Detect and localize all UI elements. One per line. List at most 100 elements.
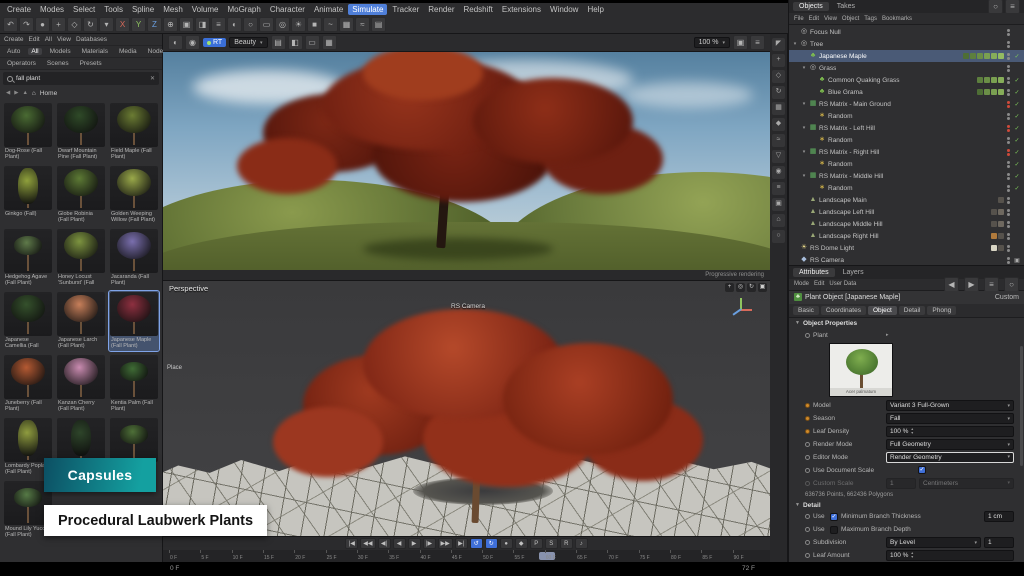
texture-tag-icon[interactable]: [991, 221, 997, 227]
enabled-check-icon[interactable]: ✓: [1013, 137, 1021, 144]
visibility-dot-icon[interactable]: [1007, 93, 1010, 96]
visibility-dot-icon[interactable]: [1007, 153, 1010, 156]
asset-search-input[interactable]: [16, 75, 147, 82]
keyframe-dot-icon[interactable]: [805, 442, 810, 447]
find-icon[interactable]: ○: [1004, 277, 1019, 292]
nav-forward-icon[interactable]: ▶: [14, 90, 18, 96]
asset-item[interactable]: Kentia Palm (Fall Plant): [109, 354, 159, 414]
polygons-mode-icon[interactable]: ▽: [772, 150, 785, 163]
visibility-dots[interactable]: [1007, 161, 1010, 168]
asset-section-tab-scenes[interactable]: Scenes: [44, 60, 72, 67]
asset-item[interactable]: Japanese Maple (Fall Plant): [109, 291, 159, 351]
asset-filter-tab-models[interactable]: Models: [47, 48, 74, 55]
om-menu-edit[interactable]: Edit: [809, 16, 819, 22]
texture-tag-icon[interactable]: [970, 53, 976, 59]
om-filter-icon[interactable]: ≡: [1005, 0, 1020, 14]
expand-icon[interactable]: ▸: [886, 332, 889, 338]
live-selection-icon[interactable]: ●: [35, 17, 50, 32]
axis-y-icon[interactable]: Y: [131, 17, 146, 32]
asset-item[interactable]: Kanzan Cherry (Fall Plant): [56, 354, 106, 414]
visibility-dot-icon[interactable]: [1007, 65, 1010, 68]
menu-item-spline[interactable]: Spline: [128, 4, 158, 15]
visibility-dot-icon[interactable]: [1007, 125, 1010, 128]
visibility-dot-icon[interactable]: [1007, 41, 1010, 44]
clear-search-icon[interactable]: ✕: [150, 75, 155, 82]
menu-item-volume[interactable]: Volume: [188, 4, 223, 15]
menu-item-extensions[interactable]: Extensions: [498, 4, 545, 15]
visibility-dot-icon[interactable]: [1007, 177, 1010, 180]
points-mode-icon[interactable]: ◆: [772, 118, 785, 131]
visibility-dots[interactable]: [1007, 185, 1010, 192]
asset-menu-edit[interactable]: Edit: [29, 36, 40, 43]
prev-key-button[interactable]: ◀◀: [360, 538, 375, 549]
texture-tag-icon[interactable]: [984, 77, 990, 83]
attr-menu-user-data[interactable]: User Data: [829, 281, 856, 287]
move-tool-icon[interactable]: +: [51, 17, 66, 32]
visibility-dot-icon[interactable]: [1007, 129, 1010, 132]
attribute-section-detail[interactable]: Detail: [899, 306, 926, 315]
attribute-tab-layers[interactable]: Layers: [837, 268, 870, 277]
visibility-dot-icon[interactable]: [1007, 141, 1010, 144]
visibility-dot-icon[interactable]: [1007, 117, 1010, 120]
visibility-dot-icon[interactable]: [1007, 213, 1010, 216]
grid-icon[interactable]: ▦: [772, 102, 785, 115]
keyframe-dot-icon[interactable]: [805, 468, 810, 473]
mograph-cloner-icon[interactable]: ▦: [339, 17, 354, 32]
leaf-density-field[interactable]: 100 % ▲▼: [886, 426, 1014, 437]
collapse-icon[interactable]: ▾: [801, 149, 807, 155]
position-key-button[interactable]: P: [530, 538, 543, 549]
visibility-dot-icon[interactable]: [1007, 189, 1010, 192]
menu-item-mesh[interactable]: Mesh: [159, 4, 187, 15]
keyframe-dot-icon[interactable]: [805, 514, 810, 519]
pan-view-icon[interactable]: +: [725, 283, 734, 292]
collapse-icon[interactable]: ▾: [801, 65, 807, 71]
timeline-ruler[interactable]: 0 F5 F10 F15 F20 F25 F30 F35 F40 F45 F50…: [163, 550, 770, 562]
perspective-viewport[interactable]: Perspective RS Camera Place +◎↻▣: [163, 281, 770, 536]
asset-item[interactable]: Dwarf Mountain Pine (Fall Plant): [56, 102, 106, 162]
enabled-check-icon[interactable]: ✓: [1013, 77, 1021, 84]
play-backward-button[interactable]: ◀: [393, 538, 406, 549]
rotate-view-icon[interactable]: ↻: [747, 283, 756, 292]
object-row-landscape-left-hill[interactable]: ▲Landscape Left Hill: [789, 206, 1024, 218]
spinner-icon[interactable]: ▲▼: [910, 552, 913, 559]
object-manager-tab-objects[interactable]: Objects: [793, 2, 829, 11]
object-row-focus-null[interactable]: ◎Focus Null: [789, 26, 1024, 38]
keyframe-dot-icon[interactable]: [805, 540, 810, 545]
keyframe-dot-icon[interactable]: [805, 416, 810, 421]
visibility-dot-icon[interactable]: [1007, 249, 1010, 252]
prev-frame-button[interactable]: ◀|: [378, 538, 391, 549]
record-keyframe-button[interactable]: ●: [500, 538, 513, 549]
subdivision-dropdown[interactable]: By Level ▾: [886, 537, 981, 548]
scrollbar[interactable]: [1020, 346, 1023, 466]
custom-button[interactable]: Custom: [995, 294, 1019, 301]
layout-icon[interactable]: ▤: [371, 17, 386, 32]
object-row-common-quaking-grass[interactable]: ♣Common Quaking Grass✓: [789, 74, 1024, 86]
visibility-dots[interactable]: [1007, 221, 1010, 228]
season-dropdown[interactable]: Fall ▾: [886, 413, 1014, 424]
home-view-icon[interactable]: ⌂: [772, 214, 785, 227]
menu-item-animate[interactable]: Animate: [310, 4, 347, 15]
simulation-icon[interactable]: ≈: [355, 17, 370, 32]
collapse-icon[interactable]: ▾: [801, 101, 807, 107]
visibility-dot-icon[interactable]: [1007, 161, 1010, 164]
max-branch-depth-checkbox[interactable]: [830, 526, 838, 534]
snap-icon[interactable]: +: [772, 54, 785, 67]
visibility-dot-icon[interactable]: [1007, 57, 1010, 60]
last-tool-icon[interactable]: ▾: [99, 17, 114, 32]
visibility-dots[interactable]: [1007, 149, 1010, 156]
axis-x-icon[interactable]: X: [115, 17, 130, 32]
visibility-dot-icon[interactable]: [1007, 29, 1010, 32]
model-mode-icon[interactable]: ◇: [772, 70, 785, 83]
edges-mode-icon[interactable]: ≈: [772, 134, 785, 147]
loop-mode-button[interactable]: ↺: [470, 538, 483, 549]
texture-tag-icon[interactable]: [998, 53, 1004, 59]
visibility-dot-icon[interactable]: [1007, 53, 1010, 56]
menu-item-character[interactable]: Character: [266, 4, 309, 15]
asset-menu-all[interactable]: All: [45, 36, 52, 43]
attribute-tab-attributes[interactable]: Attributes: [793, 268, 835, 277]
keyframe-dot-icon[interactable]: [805, 553, 810, 558]
primitive-cube-icon[interactable]: ■: [307, 17, 322, 32]
render-zoom-dropdown[interactable]: 100 % ▾: [694, 37, 730, 48]
editor-mode-dropdown[interactable]: Render Geometry ▾: [886, 452, 1014, 463]
texture-tag-icon[interactable]: [998, 77, 1004, 83]
